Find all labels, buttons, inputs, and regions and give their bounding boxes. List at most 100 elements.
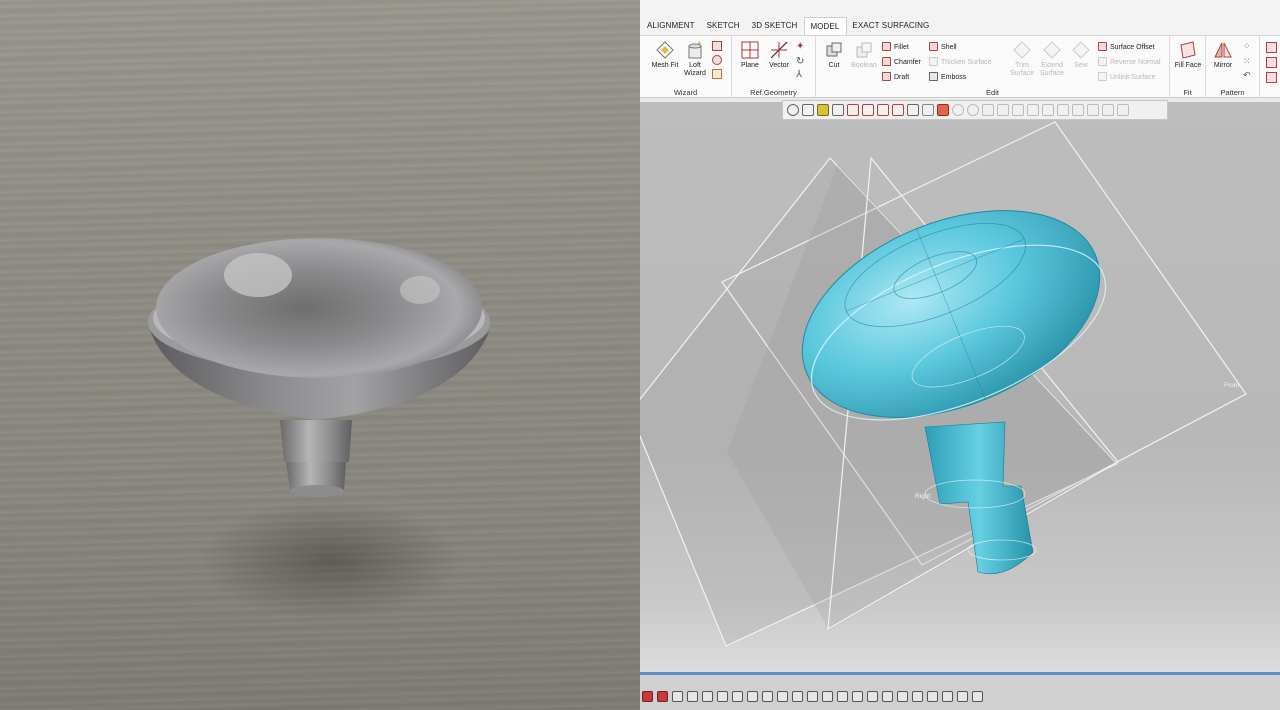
point-icon[interactable]: ✦ bbox=[796, 41, 804, 52]
wizard-option-icon-2[interactable] bbox=[712, 55, 722, 65]
status-icon-18[interactable] bbox=[897, 691, 908, 702]
wizard-option-icon-3[interactable] bbox=[712, 69, 722, 79]
draft-button[interactable]: Draft bbox=[882, 72, 909, 83]
visibility-icon-7[interactable] bbox=[1042, 104, 1054, 116]
surface-offset-button[interactable]: Surface Offset bbox=[1098, 42, 1155, 53]
status-icon-19[interactable] bbox=[912, 691, 923, 702]
visibility-icon-3[interactable] bbox=[982, 104, 994, 116]
emboss-button[interactable]: Emboss bbox=[929, 72, 966, 83]
status-icon-17[interactable] bbox=[882, 691, 893, 702]
thicken-surface-button[interactable]: Thicken Surface bbox=[929, 57, 992, 68]
trim-surface-button[interactable]: Trim Surface bbox=[1007, 40, 1037, 78]
unlink-surface-label: Unlink Surface bbox=[1110, 74, 1156, 81]
ribbon-tabs: ALIGNMENT SKETCH 3D SKETCH MODEL EXACT S… bbox=[640, 17, 1280, 36]
view-sphere-icon[interactable] bbox=[787, 104, 799, 116]
wizard-option-icon-1[interactable] bbox=[712, 41, 722, 51]
rotate-icon[interactable]: ↻ bbox=[796, 56, 804, 67]
extend-surface-label: Extend Surface bbox=[1039, 62, 1065, 77]
visibility-icon-10[interactable] bbox=[1087, 104, 1099, 116]
status-icon-9[interactable] bbox=[762, 691, 773, 702]
cut-icon bbox=[826, 42, 842, 57]
status-icon-3[interactable] bbox=[672, 691, 683, 702]
back-view-icon[interactable] bbox=[862, 104, 874, 116]
status-icon-15[interactable] bbox=[852, 691, 863, 702]
status-icon-16[interactable] bbox=[867, 691, 878, 702]
visibility-icon-11[interactable] bbox=[1102, 104, 1114, 116]
circular-pattern-icon[interactable]: ⁙ bbox=[1243, 56, 1251, 67]
overflow-icon-2[interactable] bbox=[1266, 57, 1277, 68]
chamfer-button[interactable]: Chamfer bbox=[882, 57, 921, 68]
tab-3d-sketch[interactable]: 3D SKETCH bbox=[747, 17, 805, 35]
group-edit-label: Edit bbox=[986, 88, 999, 97]
tab-exact-surfacing[interactable]: EXACT SURFACING bbox=[847, 17, 936, 35]
fillet-button[interactable]: Fillet bbox=[882, 42, 909, 53]
visibility-icon-9[interactable] bbox=[1072, 104, 1084, 116]
visibility-icon-6[interactable] bbox=[1027, 104, 1039, 116]
sew-label: Sew bbox=[1074, 62, 1088, 69]
reverse-normal-button[interactable]: Reverse Normal bbox=[1098, 57, 1161, 68]
status-icon-23[interactable] bbox=[972, 691, 983, 702]
tab-alignment[interactable]: ALIGNMENT bbox=[642, 17, 702, 35]
front-view-icon[interactable] bbox=[847, 104, 859, 116]
plane-button[interactable]: Plane bbox=[735, 40, 765, 70]
status-icon-6[interactable] bbox=[717, 691, 728, 702]
cut-button[interactable]: Cut bbox=[819, 40, 849, 70]
right-view-icon[interactable] bbox=[892, 104, 904, 116]
mesh-fit-button[interactable]: Mesh Fit bbox=[650, 40, 680, 70]
group-wizard-label: Wizard bbox=[673, 88, 698, 97]
boolean-button[interactable]: Boolean bbox=[849, 40, 879, 70]
status-icon-8[interactable] bbox=[747, 691, 758, 702]
selection-filter-icon[interactable] bbox=[937, 104, 949, 116]
status-icon-1[interactable] bbox=[642, 691, 653, 702]
sew-button[interactable]: Sew bbox=[1066, 40, 1096, 70]
status-icon-4[interactable] bbox=[687, 691, 698, 702]
overflow-icon-3[interactable] bbox=[1266, 72, 1277, 83]
extend-surface-button[interactable]: Extend Surface bbox=[1037, 40, 1067, 78]
visibility-icon-8[interactable] bbox=[1057, 104, 1069, 116]
plane-icon bbox=[741, 41, 759, 59]
status-icon-21[interactable] bbox=[942, 691, 953, 702]
tab-model[interactable]: MODEL bbox=[804, 17, 848, 35]
linear-pattern-icon[interactable]: ⁘ bbox=[1243, 41, 1251, 52]
pattern-option-icon[interactable]: ↶ bbox=[1243, 70, 1251, 81]
unlink-surface-button[interactable]: Unlink Surface bbox=[1098, 72, 1156, 83]
status-icon-13[interactable] bbox=[822, 691, 833, 702]
mirror-button[interactable]: Mirror bbox=[1208, 40, 1238, 70]
status-icon-11[interactable] bbox=[792, 691, 803, 702]
measure-icon[interactable] bbox=[922, 104, 934, 116]
fill-face-button[interactable]: Fill Face bbox=[1173, 40, 1203, 70]
knob-photo-graphic bbox=[148, 238, 490, 620]
wireframe-icon[interactable] bbox=[832, 104, 844, 116]
status-icon-22[interactable] bbox=[957, 691, 968, 702]
visibility-icon-5[interactable] bbox=[1012, 104, 1024, 116]
fill-face-label: Fill Face bbox=[1174, 62, 1202, 69]
visibility-icon-1[interactable] bbox=[952, 104, 964, 116]
visibility-icon-4[interactable] bbox=[997, 104, 1009, 116]
tab-sketch[interactable]: SKETCH bbox=[702, 17, 747, 35]
loft-wizard-button[interactable]: Loft Wizard bbox=[680, 40, 710, 78]
shaded-mode-icon[interactable] bbox=[817, 104, 829, 116]
visibility-icon-2[interactable] bbox=[967, 104, 979, 116]
vector-button[interactable]: Vector bbox=[764, 40, 794, 70]
coordinate-system-icon[interactable]: ⅄ bbox=[796, 69, 802, 80]
status-icon-2[interactable] bbox=[657, 691, 668, 702]
status-icon-14[interactable] bbox=[837, 691, 848, 702]
eye-icon[interactable] bbox=[1117, 104, 1129, 116]
status-icon-7[interactable] bbox=[732, 691, 743, 702]
sew-icon bbox=[1072, 41, 1090, 59]
status-icon-5[interactable] bbox=[702, 691, 713, 702]
extend-surface-icon bbox=[1043, 41, 1061, 59]
section-view-icon[interactable] bbox=[907, 104, 919, 116]
view-cube-icon[interactable] bbox=[802, 104, 814, 116]
status-icon-12[interactable] bbox=[807, 691, 818, 702]
cut-label: Cut bbox=[828, 62, 840, 69]
status-icon-20[interactable] bbox=[927, 691, 938, 702]
overflow-icon-1[interactable] bbox=[1266, 42, 1277, 53]
3d-viewport[interactable]: Front Right bbox=[640, 102, 1280, 672]
status-icons bbox=[642, 691, 983, 702]
surface-offset-label: Surface Offset bbox=[1110, 44, 1155, 51]
status-icon-10[interactable] bbox=[777, 691, 788, 702]
left-view-icon[interactable] bbox=[877, 104, 889, 116]
trim-surface-icon bbox=[1013, 41, 1031, 59]
shell-button[interactable]: Shell bbox=[929, 42, 957, 53]
